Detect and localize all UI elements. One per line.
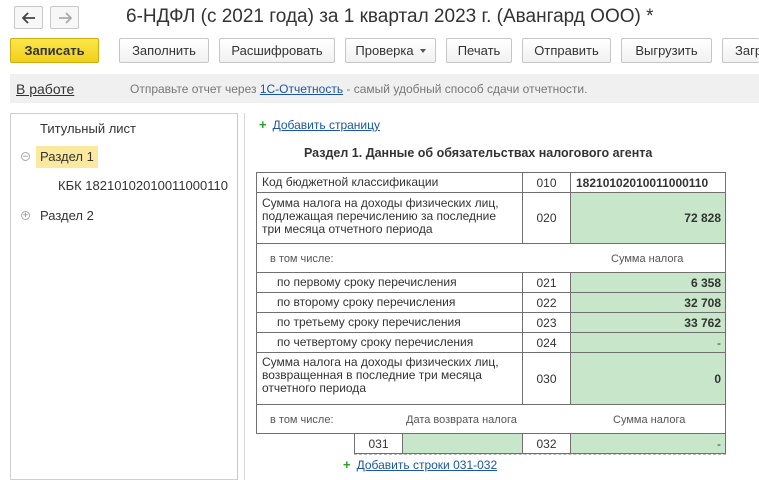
tree-item-title-sheet[interactable]: Титульный лист bbox=[11, 116, 237, 142]
r2-code: 022 bbox=[522, 292, 571, 313]
r3-field[interactable]: 33 762 bbox=[570, 312, 726, 333]
incl2-label: в том числе: bbox=[270, 414, 334, 426]
r4-field[interactable]: - bbox=[570, 332, 726, 353]
return-sum-field[interactable]: - bbox=[570, 433, 726, 454]
forward-button[interactable] bbox=[50, 6, 79, 29]
return-date-header: Дата возврата налога bbox=[406, 414, 517, 426]
collapse-icon[interactable]: − bbox=[21, 152, 30, 161]
kbk-label: Код бюджетной классификации bbox=[256, 172, 523, 193]
tax-code: 020 bbox=[522, 192, 571, 244]
return-sum-header: Сумма налога bbox=[613, 414, 686, 426]
check-button-label: Проверка bbox=[355, 43, 414, 58]
tree-item-section1[interactable]: − Раздел 1 bbox=[11, 144, 237, 170]
tree-item-label: Титульный лист bbox=[40, 121, 137, 136]
tax-field[interactable]: 72 828 bbox=[570, 192, 726, 244]
window-title: 6-НДФЛ (с 2021 года) за 1 квартал 2023 г… bbox=[126, 6, 654, 27]
incl-label: в том числе: bbox=[270, 253, 334, 265]
check-dropdown-button[interactable]: Проверка bbox=[345, 38, 436, 63]
plus-icon: + bbox=[259, 117, 267, 132]
add-rows-label: Добавить строки 031-032 bbox=[356, 458, 498, 472]
report-form: + Добавить страницу Раздел 1. Данные об о… bbox=[250, 113, 759, 480]
incl2-row: в том числе: Дата возврата налога Сумма … bbox=[256, 404, 726, 434]
status-message-before: Отправьте отчет через bbox=[130, 82, 260, 96]
tree-item-label: Раздел 2 bbox=[40, 208, 94, 223]
r2-label: по второму сроку перечисления bbox=[256, 292, 523, 313]
arrow-left-icon bbox=[21, 11, 35, 24]
r4-label: по четвертому сроку перечисления bbox=[256, 332, 523, 353]
r1-label: по первому сроку перечисления bbox=[256, 272, 523, 293]
r2-field[interactable]: 32 708 bbox=[570, 292, 726, 313]
expand-icon[interactable]: + bbox=[21, 211, 30, 220]
add-rows-link[interactable]: + Добавить строки 031-032 bbox=[343, 457, 497, 472]
print-button[interactable]: Печать bbox=[446, 38, 512, 63]
incl-column-header: Сумма налога bbox=[611, 253, 684, 265]
export-button[interactable]: Выгрузить bbox=[621, 38, 712, 63]
chevron-down-icon bbox=[419, 48, 426, 53]
status-message: Отправьте отчет через 1С-Отчетность - са… bbox=[130, 82, 587, 96]
arrow-right-icon bbox=[58, 11, 72, 24]
status-bar: В работе Отправьте отчет через 1С-Отчетн… bbox=[10, 74, 759, 103]
fill-button[interactable]: Заполнить bbox=[119, 38, 209, 63]
return-date-field[interactable] bbox=[402, 433, 523, 454]
panel-splitter[interactable] bbox=[244, 113, 248, 480]
r031-code: 031 bbox=[354, 433, 403, 454]
plus-icon: + bbox=[343, 457, 351, 472]
r4-code: 024 bbox=[522, 332, 571, 353]
tree-item-label: КБК 18210102010011000110 bbox=[58, 178, 228, 193]
tree-item-kbk[interactable]: КБК 18210102010011000110 bbox=[11, 173, 237, 199]
kbk-field[interactable]: 18210102010011000110 bbox=[570, 172, 726, 193]
add-page-label: Добавить страницу bbox=[272, 118, 381, 132]
back-button[interactable] bbox=[14, 6, 43, 29]
1c-reporting-link[interactable]: 1С-Отчетность bbox=[260, 82, 343, 96]
row-group-divider bbox=[354, 454, 726, 455]
r3-label: по третьему сроку перечисления bbox=[256, 312, 523, 333]
sections-tree: Титульный лист − Раздел 1 КБК 1821010201… bbox=[10, 113, 238, 480]
save-button[interactable]: Записать bbox=[10, 38, 99, 63]
r1-code: 021 bbox=[522, 272, 571, 293]
toolbar: Записать Заполнить Расшифровать Проверка… bbox=[0, 38, 759, 66]
tree-item-label: Раздел 1 bbox=[36, 146, 98, 168]
report-status-link[interactable]: В работе bbox=[16, 81, 74, 97]
kbk-code: 010 bbox=[522, 172, 571, 193]
r3-code: 023 bbox=[522, 312, 571, 333]
ret-label: Сумма налога на доходы физических лиц, в… bbox=[256, 352, 523, 405]
ret-code: 030 bbox=[522, 352, 571, 405]
add-page-link[interactable]: + Добавить страницу bbox=[259, 117, 380, 132]
section1-table: Код бюджетной классификации 010 18210102… bbox=[256, 172, 726, 470]
ret-field[interactable]: 0 bbox=[570, 352, 726, 405]
status-message-after: - самый удобный способ сдачи отчетности. bbox=[343, 82, 588, 96]
decode-button[interactable]: Расшифровать bbox=[219, 38, 335, 63]
r032-code: 032 bbox=[522, 433, 571, 454]
tax-label: Сумма налога на доходы физических лиц, п… bbox=[256, 192, 523, 244]
load-button[interactable]: Загр bbox=[722, 38, 759, 63]
tree-item-section2[interactable]: + Раздел 2 bbox=[11, 203, 237, 229]
incl-row: в том числе: Сумма налога bbox=[256, 243, 726, 273]
send-button[interactable]: Отправить bbox=[522, 38, 611, 63]
title-bar: 6-НДФЛ (с 2021 года) за 1 квартал 2023 г… bbox=[0, 0, 759, 38]
section-title: Раздел 1. Данные об обязательствах налог… bbox=[304, 146, 653, 160]
r1-field[interactable]: 6 358 bbox=[570, 272, 726, 293]
